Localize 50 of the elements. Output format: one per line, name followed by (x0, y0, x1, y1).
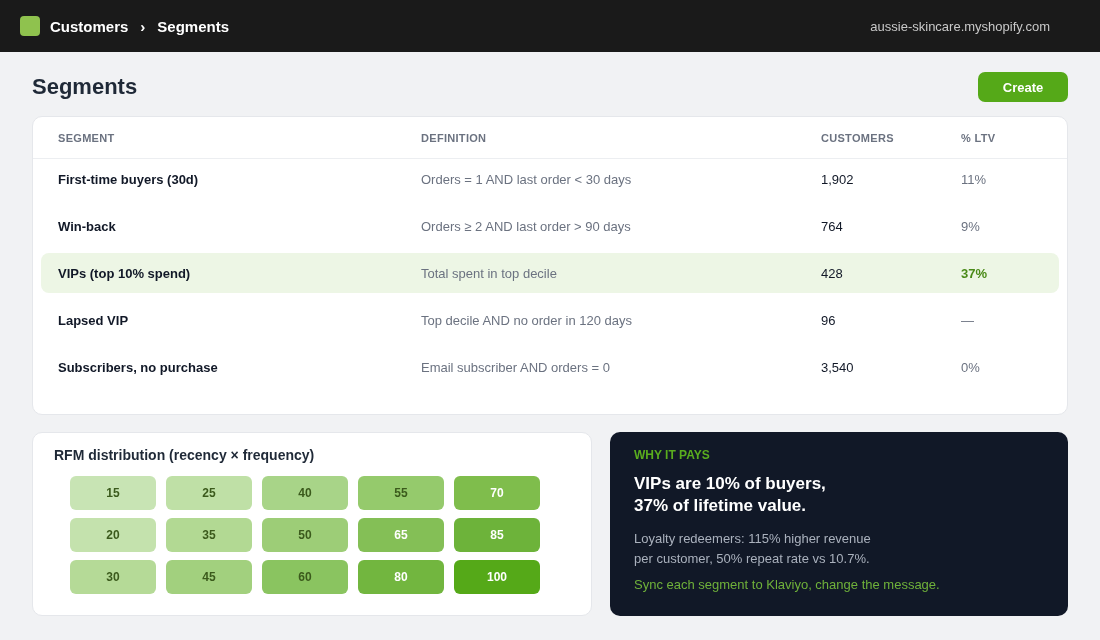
store-domain: aussie-skincare.myshopify.com (870, 18, 1050, 34)
heatmap-cell: 40 (262, 476, 348, 510)
page-title: Segments (32, 74, 138, 100)
app-logo-icon (20, 16, 40, 36)
ltv-share: 9% (961, 218, 980, 234)
segment-name: VIPs (top 10% spend) (58, 265, 191, 281)
segment-definition: Orders = 1 AND last order < 30 days (421, 171, 632, 187)
breadcrumb-separator: › (139, 17, 147, 35)
insight-headline: VIPs are 10% of buyers, 37% of lifetime value. (634, 473, 826, 517)
segment-name: First-time buyers (30d) (58, 171, 199, 187)
ltv-share: 0% (961, 359, 980, 375)
customer-count: 428 (821, 265, 843, 281)
heatmap-cell: 25 (166, 476, 252, 510)
column-header: CUSTOMERS (821, 131, 894, 144)
segment-definition: Email subscriber AND orders = 0 (421, 359, 610, 375)
customer-count: 764 (821, 218, 843, 234)
column-header: % LTV (961, 131, 996, 144)
insight-cta: Sync each segment to Klaviyo, change the message. (634, 576, 940, 594)
heatmap-cell: 85 (454, 518, 540, 552)
segment-name: Subscribers, no purchase (58, 359, 218, 375)
heatmap-cell: 50 (262, 518, 348, 552)
heatmap-cell: 80 (358, 560, 444, 594)
heatmap-cell: 65 (358, 518, 444, 552)
heatmap-cell: 15 (70, 476, 156, 510)
rfm-title: RFM distribution (recency × frequency) (54, 446, 315, 464)
segment-definition: Orders ≥ 2 AND last order > 90 days (421, 218, 631, 234)
segment-name: Lapsed VIP (58, 312, 129, 328)
segment-definition: Total spent in top decile (421, 265, 557, 281)
breadcrumb-current: Segments (157, 17, 230, 35)
customer-count: 3,540 (821, 359, 854, 375)
customer-count: 96 (821, 312, 836, 328)
segment-name: Win-back (58, 218, 116, 234)
ltv-share: — (961, 312, 974, 328)
insight-eyebrow: WHY IT PAYS (634, 448, 710, 462)
insight-body: Loyalty redeemers: 115% higher revenue per customer, 50% repeat rate vs 10.7%. (634, 530, 871, 568)
heatmap-cell: 70 (454, 476, 540, 510)
heatmap-cell: 30 (70, 560, 156, 594)
segment-definition: Top decile AND no order in 120 days (421, 312, 632, 328)
customer-count: 1,902 (821, 171, 854, 187)
column-header: DEFINITION (421, 131, 487, 144)
heatmap-cell: 45 (166, 560, 252, 594)
breadcrumb-link[interactable]: Customers (50, 17, 129, 35)
heatmap-cell: 20 (70, 518, 156, 552)
heatmap-cell: 100 (454, 560, 540, 594)
heatmap-cell: 35 (166, 518, 252, 552)
heatmap-cell: 55 (358, 476, 444, 510)
ltv-share: 37% (961, 265, 988, 281)
column-header: SEGMENT (58, 131, 115, 144)
heatmap-cell: 60 (262, 560, 348, 594)
ltv-share: 11% (961, 171, 987, 187)
